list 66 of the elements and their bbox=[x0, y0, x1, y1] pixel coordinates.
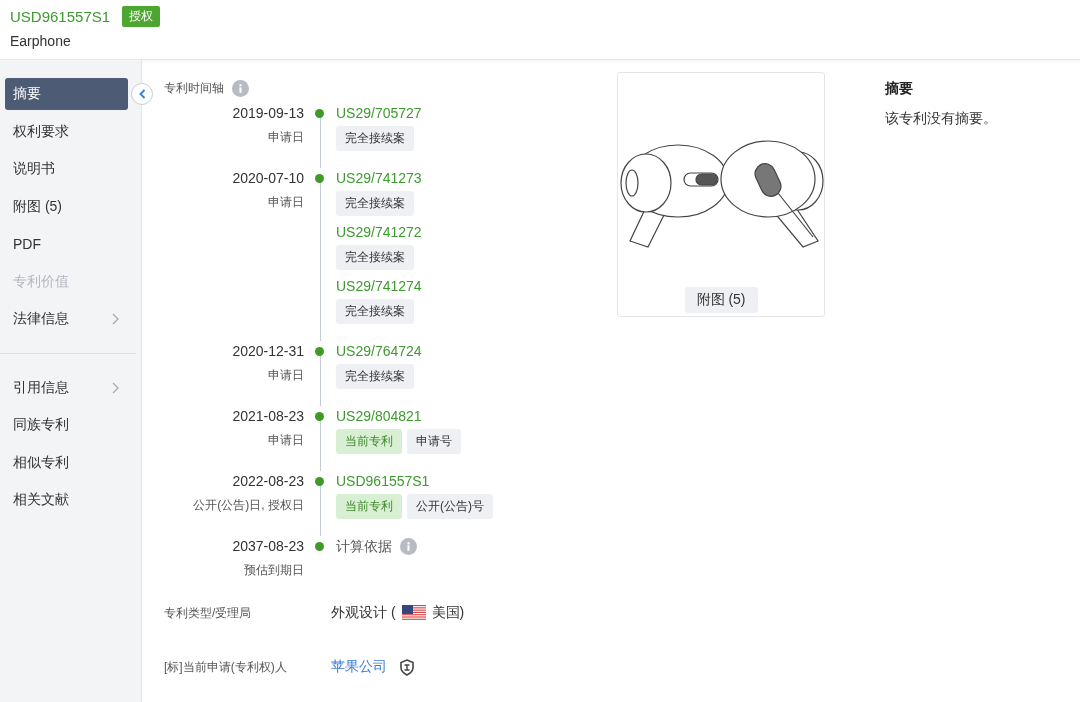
tag: 完全接续案 bbox=[336, 126, 414, 151]
chevron-right-icon bbox=[112, 381, 120, 394]
timeline-date: 2037-08-23 bbox=[231, 537, 304, 556]
timeline-dot bbox=[315, 542, 324, 551]
date-label: 申请日 bbox=[267, 194, 304, 211]
abstract-title: 摘要 bbox=[885, 80, 914, 98]
date-label: 预估到期日 bbox=[243, 562, 304, 579]
timeline-dot bbox=[315, 109, 324, 118]
field-value: 美国) bbox=[431, 604, 465, 622]
document-link[interactable]: US29/804821 bbox=[336, 408, 422, 424]
timeline-dot bbox=[315, 412, 324, 421]
sidebar-item[interactable]: 同族专利 bbox=[5, 409, 128, 441]
document-link[interactable]: US29/741274 bbox=[336, 278, 422, 294]
info-icon bbox=[400, 537, 417, 555]
chevron-left-icon bbox=[138, 89, 146, 99]
figure-card[interactable]: 附图 (5) bbox=[617, 72, 825, 317]
timeline-dot bbox=[315, 477, 324, 486]
sidebar-item[interactable]: 相关文献 bbox=[5, 484, 128, 516]
date-label: 申请日 bbox=[267, 432, 304, 449]
abstract-text: 该专利没有摘要。 bbox=[885, 110, 997, 128]
tag: 当前专利 bbox=[336, 494, 402, 519]
timeline-date: 2022-08-23 bbox=[231, 472, 304, 491]
patent-number: USD961557S1 bbox=[10, 8, 111, 25]
sidebar-item[interactable]: 摘要 bbox=[5, 78, 128, 110]
timeline-date: 2020-07-10 bbox=[231, 169, 304, 188]
sidebar-item[interactable]: 法律信息 bbox=[5, 303, 128, 335]
timeline-date: 2021-08-23 bbox=[231, 407, 304, 426]
tag: 当前专利 bbox=[336, 429, 402, 454]
field-value: 外观设计 ( bbox=[331, 604, 396, 622]
sidebar-item[interactable]: 说明书 bbox=[5, 153, 128, 185]
document-link[interactable]: USD961557S1 bbox=[336, 473, 430, 489]
field-label: 专利类型/受理局 bbox=[164, 604, 253, 622]
timeline-dot bbox=[315, 347, 324, 356]
tag: 申请号 bbox=[407, 429, 461, 454]
tag: 公开(公告)号 bbox=[407, 494, 493, 519]
field-label: [标]当前申请(专利权)人 bbox=[164, 658, 288, 676]
date-label: 申请日 bbox=[267, 129, 304, 146]
document-link[interactable]: US29/741273 bbox=[336, 170, 422, 186]
document-link[interactable]: US29/741272 bbox=[336, 224, 422, 240]
tag: 完全接续案 bbox=[336, 245, 414, 270]
note-text: 计算依据 bbox=[336, 537, 392, 556]
date-label: 公开(公告)日, 授权日 bbox=[192, 497, 304, 514]
shield-icon bbox=[399, 658, 415, 676]
tag: 完全接续案 bbox=[336, 191, 414, 216]
document-link[interactable]: US29/705727 bbox=[336, 105, 422, 121]
tag: 完全接续案 bbox=[336, 364, 414, 389]
applicant-link[interactable]: 苹果公司 bbox=[331, 658, 387, 676]
date-label: 申请日 bbox=[267, 367, 304, 384]
sidebar-item[interactable]: PDF bbox=[5, 228, 128, 260]
sidebar-item[interactable]: 权利要求 bbox=[5, 115, 128, 148]
figure-caption[interactable]: 附图 (5) bbox=[684, 287, 758, 313]
timeline-date: 2020-12-31 bbox=[231, 342, 304, 361]
sidebar-item[interactable]: 引用信息 bbox=[5, 371, 128, 404]
info-icon bbox=[232, 80, 249, 97]
document-link[interactable]: US29/764724 bbox=[336, 343, 422, 359]
sidebar-item[interactable]: 相似专利 bbox=[5, 446, 128, 479]
patent-title: Earphone bbox=[10, 33, 72, 49]
chevron-right-icon bbox=[112, 313, 120, 325]
sidebar-item[interactable]: 附图 (5) bbox=[5, 190, 128, 223]
timeline-dot bbox=[315, 174, 324, 183]
status-badge: 授权 bbox=[122, 6, 161, 27]
flag-icon bbox=[401, 605, 426, 621]
tag: 完全接续案 bbox=[336, 299, 414, 324]
timeline-date: 2019-09-13 bbox=[231, 104, 304, 123]
section-title: 专利时间轴 bbox=[164, 80, 224, 97]
collapse-button[interactable] bbox=[131, 83, 153, 105]
